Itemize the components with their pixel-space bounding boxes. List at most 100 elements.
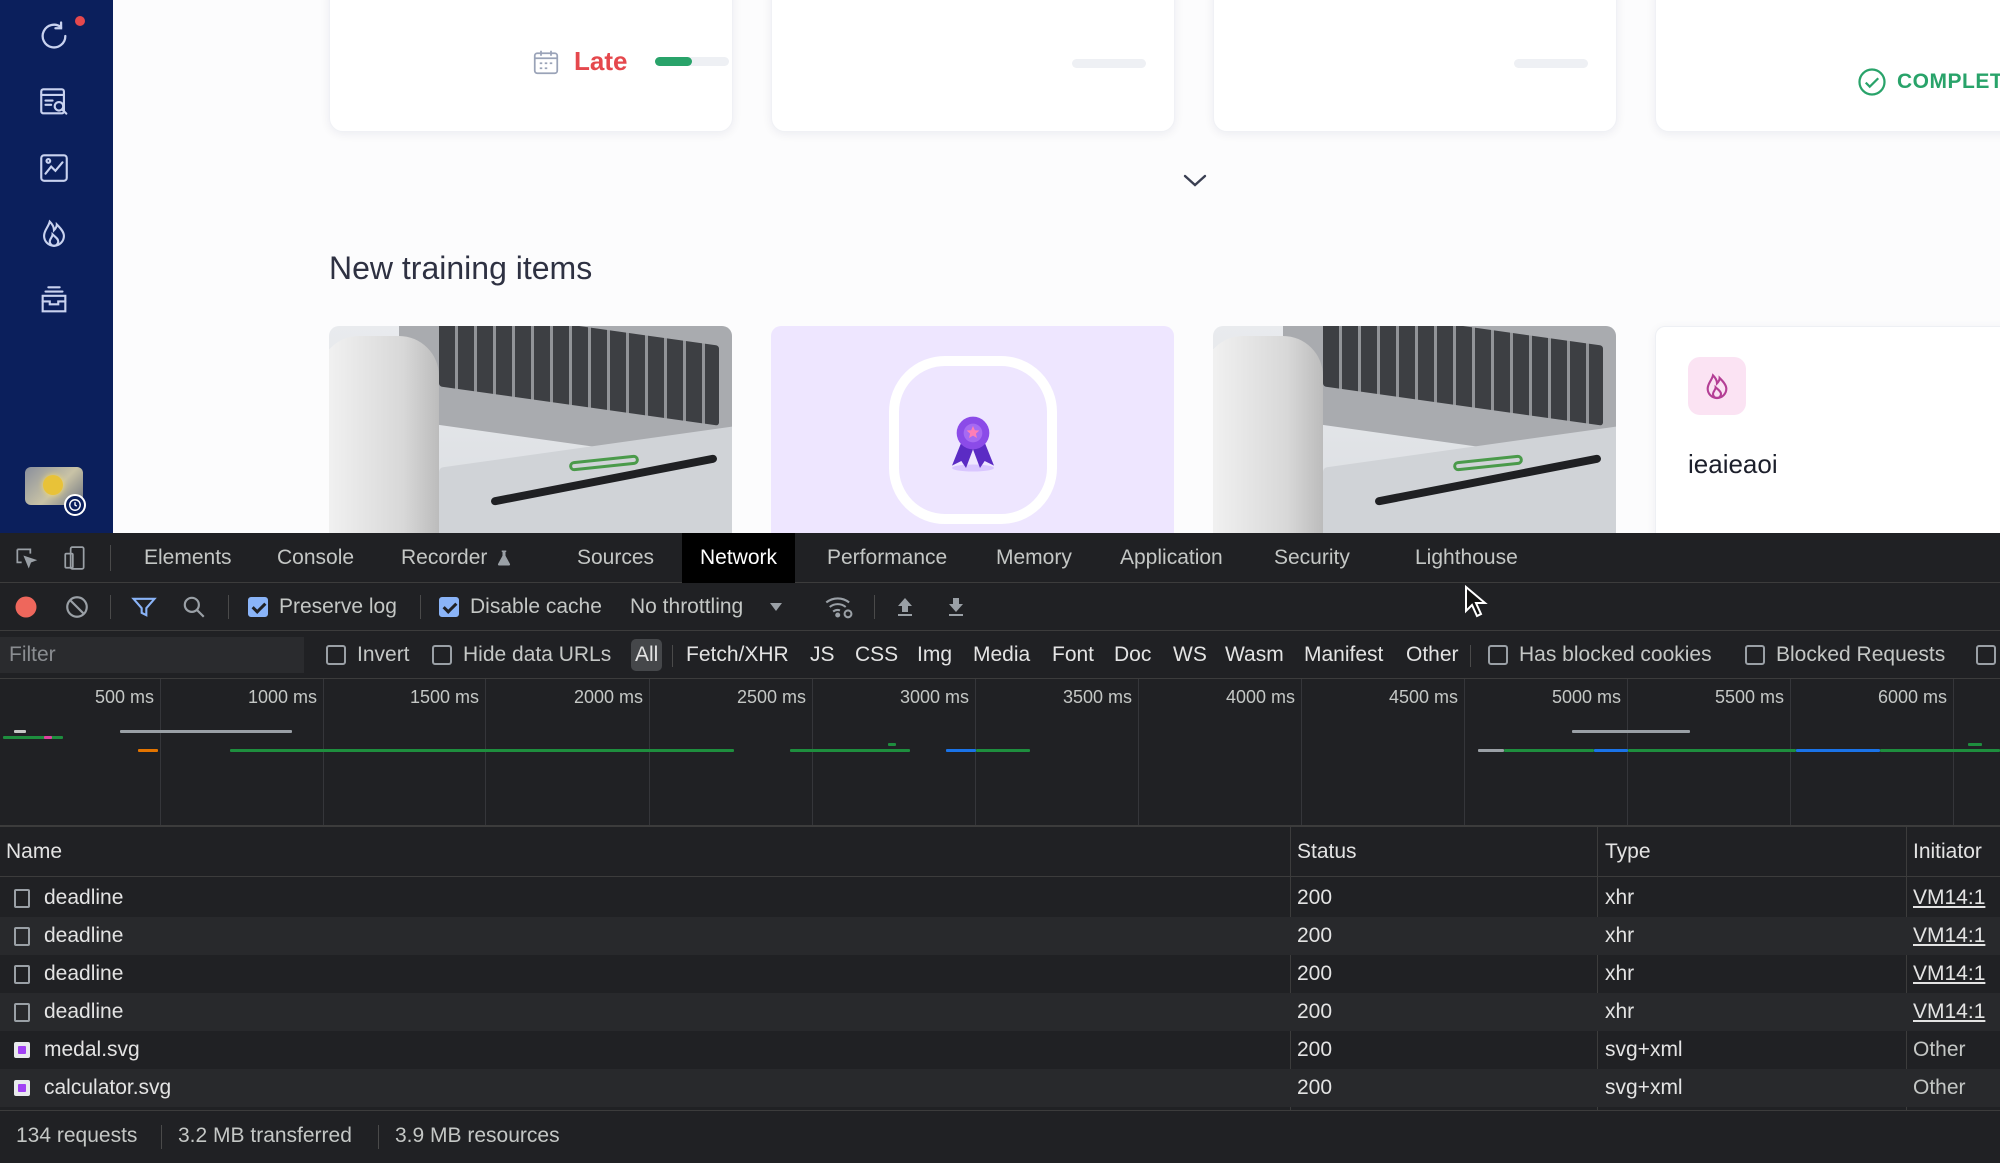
type-filter-media[interactable]: Media [973, 639, 1030, 671]
training-card[interactable] [329, 326, 732, 533]
type-filter-ws[interactable]: WS [1173, 639, 1207, 671]
column-header-status[interactable]: Status [1297, 827, 1357, 877]
column-header-type[interactable]: Type [1605, 827, 1651, 877]
deadline-card[interactable] [771, 0, 1175, 132]
waterfall-bar [1504, 749, 1594, 752]
checkbox[interactable] [1488, 645, 1508, 665]
chevron-down-icon[interactable] [1180, 168, 1210, 192]
tab-network[interactable]: Network [682, 533, 796, 583]
tick-label: 4500 ms [1388, 687, 1458, 707]
table-row[interactable]: deadline 200 xhr VM14:1 [0, 955, 2000, 993]
image-icon [14, 1042, 30, 1058]
table-row[interactable]: calculator.svg 200 svg+xml Other [0, 1069, 2000, 1107]
separator [161, 1125, 162, 1149]
network-overview-timeline[interactable]: 500 ms 1000 ms 1500 ms 2000 ms 2500 ms 3… [0, 679, 2000, 827]
type-filter-css[interactable]: CSS [855, 639, 898, 671]
tab-lighthouse[interactable]: Lighthouse [1397, 533, 1536, 583]
tab-console[interactable]: Console [259, 533, 372, 583]
training-card[interactable] [771, 326, 1174, 533]
grid-line [812, 679, 813, 825]
invert-checkbox[interactable]: Invert [326, 631, 410, 679]
waterfall-bar [888, 743, 896, 746]
deadline-card[interactable]: Late [329, 0, 733, 132]
initiator-link[interactable]: VM14:1 [1913, 917, 1985, 955]
column-header-initiator[interactable]: Initiator [1913, 827, 1982, 877]
type-filter-fetch-xhr[interactable]: Fetch/XHR [686, 639, 789, 671]
requests-table-body: deadline 200 xhr VM14:1 deadline 200 xhr… [0, 877, 2000, 1110]
request-count: 134 requests [16, 1124, 138, 1147]
type-filter-font[interactable]: Font [1052, 639, 1094, 671]
check-circle-icon [1858, 68, 1886, 96]
archive-icon[interactable] [34, 280, 74, 320]
table-row[interactable]: deadline 200 xhr VM14:1 [0, 993, 2000, 1031]
tab-recorder[interactable]: Recorder [383, 533, 527, 583]
search-document-icon[interactable] [34, 82, 74, 122]
table-row[interactable]: medal.svg 200 svg+xml Other [0, 1031, 2000, 1069]
tab-sources[interactable]: Sources [559, 533, 672, 583]
blocked-requests-checkbox[interactable]: Blocked Requests [1745, 631, 1945, 679]
filter-bar: Invert Hide data URLs All Fetch/XHR JS C… [0, 631, 2000, 679]
request-status: 200 [1297, 1038, 1333, 1061]
clear-button[interactable] [64, 583, 90, 631]
deadline-card[interactable] [1655, 0, 2000, 132]
request-type: xhr [1605, 924, 1635, 947]
network-conditions-button[interactable] [824, 583, 856, 631]
checkbox[interactable] [326, 645, 346, 665]
notification-dot [75, 16, 85, 26]
initiator-link[interactable]: VM14:1 [1913, 955, 1985, 993]
waterfall-bar [1880, 749, 2000, 752]
tab-application[interactable]: Application [1102, 533, 1241, 583]
grid-line [649, 679, 650, 825]
type-filter-manifest[interactable]: Manifest [1304, 639, 1383, 671]
type-filter-img[interactable]: Img [917, 639, 952, 671]
tab-security[interactable]: Security [1256, 533, 1368, 583]
search-button[interactable] [181, 583, 207, 631]
download-icon [949, 598, 963, 616]
late-status: Late [530, 46, 730, 77]
deadline-card[interactable] [1213, 0, 1617, 132]
fire-icon[interactable] [34, 213, 74, 253]
type-filter-js[interactable]: JS [810, 639, 835, 671]
initiator-link[interactable]: VM14:1 [1913, 879, 1985, 917]
preserve-log-checkbox[interactable]: Preserve log [248, 583, 397, 631]
type-filter-other[interactable]: Other [1406, 639, 1459, 671]
section-title: New training items [329, 250, 593, 286]
file-icon [14, 889, 30, 908]
training-card[interactable] [1213, 326, 1616, 533]
complete-status: COMPLET [1857, 67, 2000, 97]
third-party-checkbox[interactable] [1976, 631, 2000, 679]
inspect-element-icon[interactable] [13, 545, 39, 571]
checkbox[interactable] [1745, 645, 1765, 665]
request-name: medal.svg [44, 1038, 140, 1061]
refresh-icon[interactable] [34, 16, 74, 56]
type-filter-all[interactable]: All [631, 639, 663, 671]
type-filter-wasm[interactable]: Wasm [1225, 639, 1284, 671]
filter-input[interactable] [0, 637, 304, 673]
throttling-select[interactable]: No throttling [630, 583, 783, 631]
record-button[interactable] [12, 583, 40, 631]
checkbox[interactable] [439, 597, 459, 617]
import-har-button[interactable] [893, 583, 917, 631]
has-blocked-cookies-checkbox[interactable]: Has blocked cookies [1488, 631, 1712, 679]
type-filter-doc[interactable]: Doc [1114, 639, 1151, 671]
report-icon[interactable] [34, 148, 74, 188]
column-header-name[interactable]: Name [6, 827, 62, 877]
tab-elements[interactable]: Elements [126, 533, 250, 583]
checkbox[interactable] [432, 645, 452, 665]
device-toolbar-icon[interactable] [62, 545, 88, 571]
export-har-button[interactable] [944, 583, 968, 631]
table-row[interactable]: deadline 200 xhr VM14:1 [0, 917, 2000, 955]
filter-toggle[interactable] [130, 583, 158, 631]
table-row[interactable]: deadline 200 xhr VM14:1 [0, 879, 2000, 917]
upload-icon [898, 598, 912, 616]
request-name: deadline [44, 886, 124, 909]
training-card[interactable]: ieaieaoi [1655, 326, 2000, 533]
checkbox[interactable] [248, 597, 268, 617]
disable-cache-checkbox[interactable]: Disable cache [439, 583, 602, 631]
tick-label: 3500 ms [1062, 687, 1132, 707]
tab-performance[interactable]: Performance [809, 533, 965, 583]
checkbox[interactable] [1976, 645, 1996, 665]
tab-memory[interactable]: Memory [978, 533, 1090, 583]
hide-data-urls-checkbox[interactable]: Hide data URLs [432, 631, 611, 679]
initiator-link[interactable]: VM14:1 [1913, 993, 1985, 1031]
